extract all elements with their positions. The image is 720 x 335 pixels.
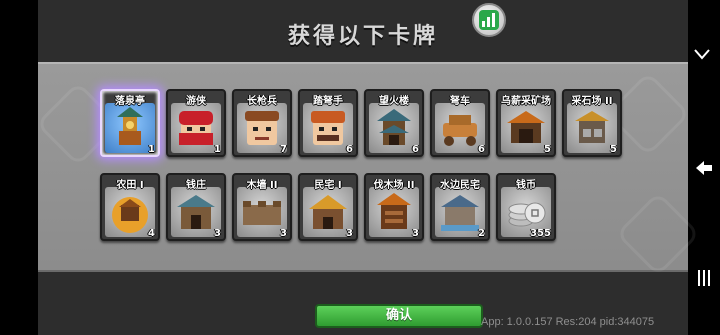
card-count: 1: [214, 144, 221, 155]
card-youxia[interactable]: 游侠 1: [166, 89, 226, 157]
back-arrow-icon[interactable]: [694, 158, 714, 178]
card-count: 2: [478, 228, 485, 239]
card-coins[interactable]: 钱币 355: [496, 173, 556, 241]
card-quarry[interactable]: 采石场 II 5: [562, 89, 622, 157]
chevron-down-icon[interactable]: [692, 44, 712, 64]
card-count: 6: [478, 144, 485, 155]
card-name: 采石场 II: [571, 96, 613, 107]
reward-title: 获得以下卡牌: [287, 24, 438, 49]
card-name: 游侠: [186, 96, 206, 107]
card-changqiangbing[interactable]: 长枪兵 7: [232, 89, 292, 157]
decor-shape: [615, 191, 701, 277]
card-name: 弩车: [450, 96, 470, 107]
stats-chart-icon: [479, 10, 499, 30]
card-nuche[interactable]: 弩车 6: [430, 89, 490, 157]
card-count: 1: [148, 144, 155, 155]
card-count: 4: [148, 228, 155, 239]
card-waterside-house[interactable]: 水边民宅 2: [430, 173, 490, 241]
card-name: 水边民宅: [440, 180, 480, 191]
card-lumberyard[interactable]: 伐木场 II 3: [364, 173, 424, 241]
card-tanushou[interactable]: 踏弩手 6: [298, 89, 358, 157]
card-wood-wall[interactable]: 木墙 II 3: [232, 173, 292, 241]
card-wanghuolou[interactable]: 望火楼 6: [364, 89, 424, 157]
card-house[interactable]: 民宅 I 3: [298, 173, 358, 241]
card-count: 7: [280, 144, 287, 155]
stats-button[interactable]: [472, 3, 506, 37]
card-name: 长枪兵: [247, 96, 277, 107]
card-name: 钱庄: [186, 180, 206, 191]
version-info: App: 1.0.0.157 Res:204 pid:344075: [481, 316, 655, 328]
card-name: 乌薪采矿场: [501, 96, 551, 107]
confirm-button[interactable]: 确认: [315, 304, 483, 328]
card-luoquanting[interactable]: 落泉亭 1: [100, 89, 160, 157]
card-name: 踏弩手: [313, 96, 343, 107]
card-qianzhuang[interactable]: 钱庄 3: [166, 173, 226, 241]
card-count: 3: [346, 228, 353, 239]
card-name: 钱币: [516, 180, 536, 191]
card-count: 6: [412, 144, 419, 155]
card-count: 6: [346, 144, 353, 155]
card-name: 望火楼: [379, 96, 409, 107]
card-wuxin-mine[interactable]: 乌薪采矿场 5: [496, 89, 556, 157]
card-count: 3: [412, 228, 419, 239]
card-farm[interactable]: 农田 I 4: [100, 173, 160, 241]
game-screen: 获得以下卡牌 落泉亭 1 游侠 1 长枪兵 7 踏弩手 6 望火楼 6 弩车 6…: [35, 0, 701, 335]
card-name: 农田 I: [116, 180, 144, 191]
recent-apps-icon[interactable]: [696, 268, 712, 288]
card-name: 木墙 II: [246, 180, 278, 191]
card-name: 落泉亭: [115, 96, 145, 107]
card-name: 民宅 I: [314, 180, 342, 191]
card-count: 355: [530, 228, 551, 239]
card-count: 5: [544, 144, 551, 155]
card-count: 3: [280, 228, 287, 239]
card-count: 5: [610, 144, 617, 155]
card-name: 伐木场 II: [373, 180, 415, 191]
card-count: 3: [214, 228, 221, 239]
